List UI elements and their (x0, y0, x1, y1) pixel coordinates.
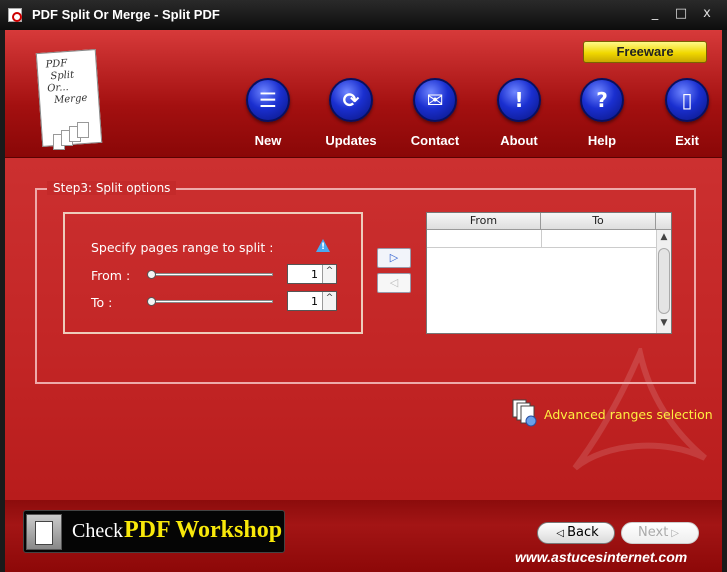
minimize-button[interactable]: _ (647, 7, 663, 21)
from-label: From : (91, 268, 131, 283)
range-panel: Specify pages range to split : ! From : … (63, 212, 363, 334)
window-title: PDF Split Or Merge - Split PDF (32, 7, 220, 22)
updates-button[interactable]: ⟳ Updates (321, 78, 381, 154)
question-icon: ? (580, 78, 624, 122)
from-spinner[interactable]: 1 ^ (287, 264, 337, 284)
next-label: Next (638, 525, 669, 540)
envelope-icon: ✉ (413, 78, 457, 122)
range-title: Specify pages range to split : (91, 240, 274, 255)
chevron-up-icon[interactable]: ^ (322, 292, 336, 310)
app-window: PDF Split Or Merge - Split PDF _ □ x PDF… (0, 0, 727, 572)
from-value: 1 (311, 268, 318, 281)
main-panel: Step3: Split options Specify pages range… (5, 158, 722, 500)
header-banner: PDF Split Or... Merge Freeware ☰ New ⟳ U… (5, 30, 722, 158)
pages-stack-icon (53, 120, 97, 150)
logo-line: PDF (45, 58, 68, 71)
next-arrow-icon: ▷ (671, 528, 679, 539)
pdf-workshop-banner[interactable]: Check PDF Workshop (23, 510, 285, 553)
close-button[interactable]: x (699, 7, 715, 21)
title-bar: PDF Split Or Merge - Split PDF _ □ x (0, 0, 727, 30)
split-options-group: Step3: Split options Specify pages range… (35, 181, 696, 384)
new-button[interactable]: ☰ New (238, 78, 298, 154)
check-text: Check (72, 520, 124, 542)
to-slider[interactable] (147, 297, 273, 306)
chevron-up-icon[interactable]: ^ (322, 265, 336, 283)
footer-bar: Check PDF Workshop ◁ Back Next ▷ www.astuc… (5, 500, 722, 572)
logo-line: Merge (53, 92, 88, 107)
to-spinner[interactable]: 1 ^ (287, 291, 337, 311)
step-title: Step3: Split options (47, 181, 177, 195)
pdf-app-icon (8, 8, 22, 22)
help-label: Help (587, 133, 617, 148)
help-button[interactable]: ? Help (572, 78, 632, 154)
exit-label: Exit (675, 133, 699, 148)
workshop-brand: PDF Workshop (124, 517, 283, 543)
new-label: New (254, 133, 282, 148)
next-button[interactable]: Next ▷ (621, 522, 699, 544)
freeware-badge: Freeware (583, 41, 707, 63)
advanced-ranges-label: Advanced ranges selection (544, 407, 713, 422)
column-header-to[interactable]: To (541, 213, 656, 230)
to-slider-handle[interactable] (147, 297, 156, 306)
document-icon: ☰ (246, 78, 290, 122)
from-slider[interactable] (147, 270, 273, 279)
app-logo: PDF Split Or... Merge (35, 48, 105, 154)
site-watermark: www.astucesinternet.com (515, 549, 688, 565)
logo-line: Or... (46, 82, 70, 95)
add-range-button[interactable]: ▷ (377, 248, 411, 268)
workshop-icon (26, 514, 62, 550)
to-value: 1 (311, 295, 318, 308)
logo-line: Split (50, 69, 75, 83)
scroll-thumb[interactable] (658, 248, 670, 314)
about-button[interactable]: ! About (489, 78, 549, 154)
vertical-scrollbar[interactable]: ▲ ▼ (656, 230, 671, 333)
to-label: To : (91, 295, 113, 310)
column-header-from[interactable]: From (427, 213, 541, 230)
back-button[interactable]: ◁ Back (537, 522, 615, 544)
from-slider-handle[interactable] (147, 270, 156, 279)
scroll-up-icon[interactable]: ▲ (657, 232, 671, 242)
remove-range-button[interactable]: ◁ (377, 273, 411, 293)
back-label: Back (567, 525, 599, 540)
about-label: About (500, 133, 538, 148)
exit-button[interactable]: ▯ Exit (657, 78, 717, 154)
scroll-down-icon[interactable]: ▼ (657, 318, 671, 328)
refresh-icon: ⟳ (329, 78, 373, 122)
ranges-table[interactable]: From To ▲ ▼ (426, 212, 672, 334)
pages-gear-icon (512, 399, 537, 427)
back-arrow-icon: ◁ (556, 528, 565, 539)
maximize-button[interactable]: □ (673, 7, 689, 21)
exclamation-icon: ! (497, 78, 541, 122)
updates-label: Updates (325, 133, 377, 148)
contact-button[interactable]: ✉ Contact (405, 78, 465, 154)
door-icon: ▯ (665, 78, 709, 122)
contact-label: Contact (410, 133, 460, 148)
